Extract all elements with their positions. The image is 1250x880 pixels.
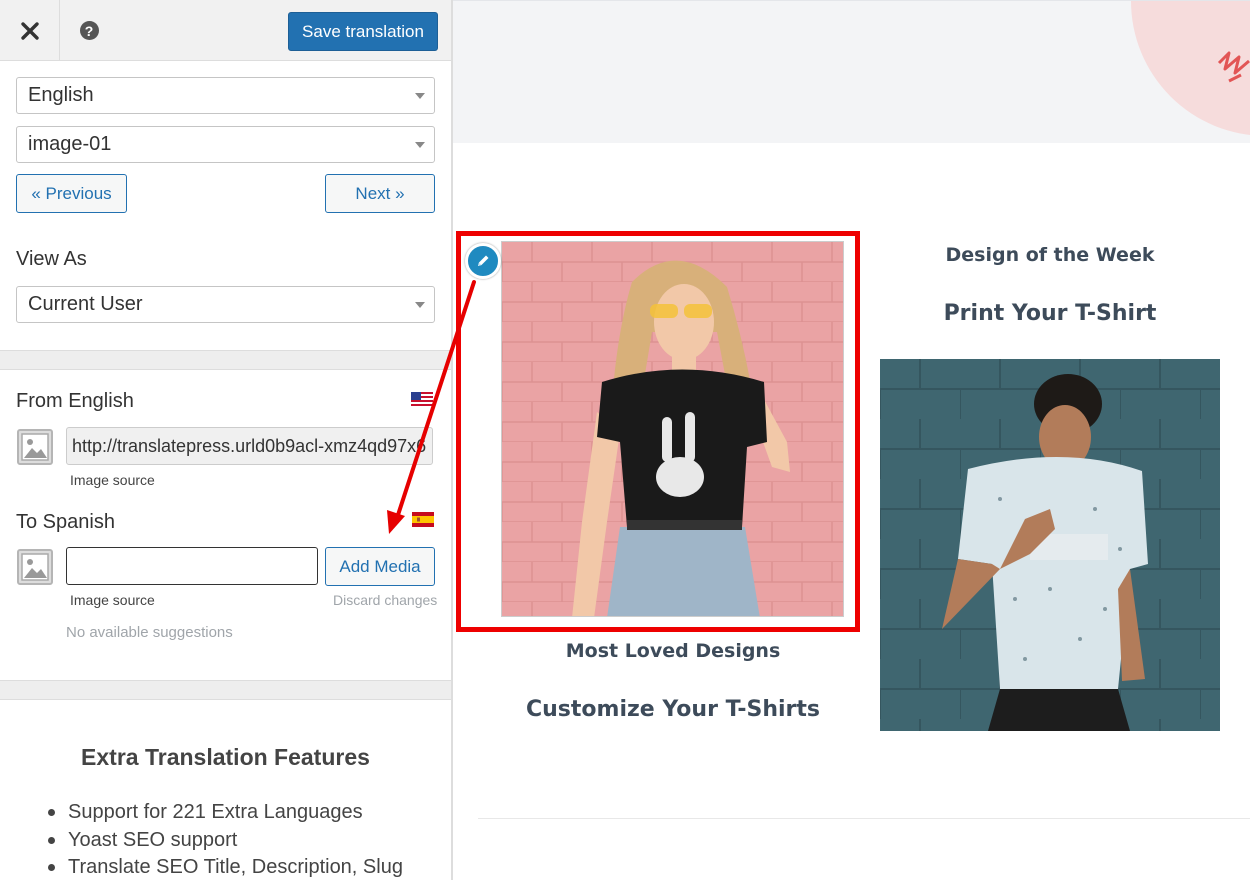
panel-toolbar: ? Save translation [0, 0, 451, 61]
spain-flag-icon [412, 512, 434, 527]
previous-button[interactable]: « Previous [16, 174, 127, 213]
help-button[interactable]: ? [61, 0, 117, 61]
list-item: Yoast SEO support [48, 828, 403, 856]
section-divider [0, 350, 451, 370]
view-as-select[interactable]: Current User [16, 286, 435, 323]
left-card-caption: Most Loved Designs [565, 640, 781, 662]
decorative-squiggle-icon [1217, 51, 1250, 83]
pencil-icon [478, 255, 489, 266]
save-translation-button[interactable]: Save translation [288, 12, 438, 51]
section-divider [0, 680, 451, 700]
next-button[interactable]: Next » [325, 174, 435, 213]
from-language-label: From English [16, 390, 134, 412]
list-item: Translate SEO Title, Description, Slug [48, 855, 403, 880]
view-as-label: View As [16, 248, 87, 270]
to-language-label: To Spanish [16, 511, 115, 533]
chevron-down-icon [415, 142, 425, 148]
source-image-caption: Image source [70, 472, 155, 488]
source-image-url-field: http://translatepress.urld0b9acl-xmz4qd9… [66, 427, 433, 465]
left-card-heading: Customize Your T-Shirts [526, 697, 820, 722]
image-placeholder-icon [17, 429, 53, 465]
hero-banner [453, 0, 1250, 143]
translated-image-url-input[interactable] [66, 547, 318, 585]
image-placeholder-icon [17, 549, 53, 585]
translation-panel: ? Save translation English image-01 « Pr… [0, 0, 453, 880]
view-as-select-value: Current User [28, 293, 143, 315]
chevron-down-icon [415, 302, 425, 308]
right-card-caption: Design of the Week [945, 244, 1155, 266]
right-card-heading: Print Your T-Shirt [943, 301, 1157, 326]
extra-features-title: Extra Translation Features [81, 744, 370, 770]
language-select[interactable]: English [16, 77, 435, 114]
section-divider-line [478, 818, 1250, 819]
us-flag-icon [411, 392, 433, 407]
string-select[interactable]: image-01 [16, 126, 435, 163]
close-icon [20, 21, 39, 40]
add-media-button[interactable]: Add Media [325, 547, 435, 586]
suggestions-text: No available suggestions [66, 624, 233, 641]
target-image-caption: Image source [70, 592, 155, 608]
chevron-down-icon [415, 93, 425, 99]
extra-features-list: Support for 221 Extra Languages Yoast SE… [48, 800, 403, 880]
help-icon: ? [79, 21, 99, 40]
list-item: Support for 221 Extra Languages [48, 800, 403, 828]
discard-changes-link[interactable]: Discard changes [333, 592, 437, 608]
site-preview: Most Loved Designs Customize Your T-Shir… [453, 0, 1250, 880]
edit-pencil-button[interactable] [465, 243, 501, 279]
string-select-value: image-01 [28, 133, 112, 155]
product-image-man[interactable] [880, 359, 1220, 731]
language-select-value: English [28, 84, 94, 106]
close-button[interactable] [0, 0, 60, 61]
selected-element-highlight [456, 231, 860, 632]
